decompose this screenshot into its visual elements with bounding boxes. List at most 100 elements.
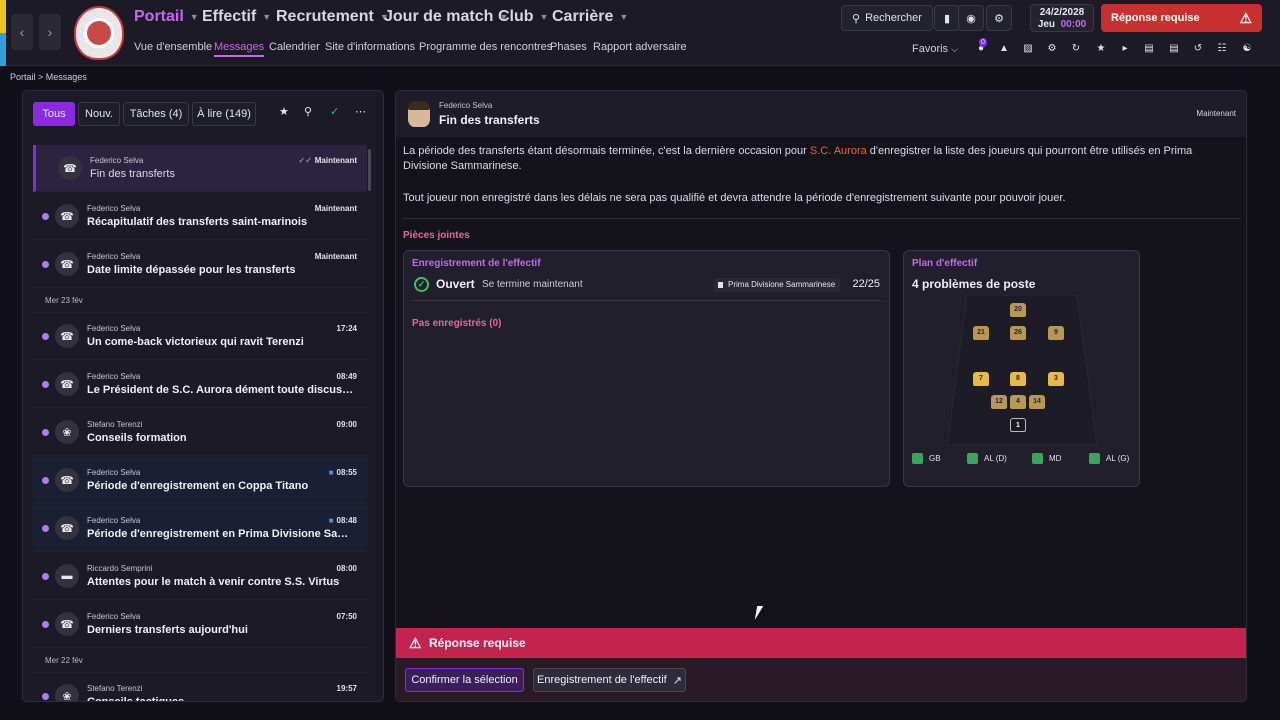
message-time: 07:50 (337, 612, 357, 621)
chevron-right-icon: > (38, 72, 46, 82)
menu-recrutement[interactable]: Recrutement ▼ (276, 8, 389, 26)
report-icon[interactable]: ▤ (1142, 42, 1156, 56)
kit-icon[interactable]: ▨ (1021, 42, 1035, 56)
sender-avatar[interactable] (408, 101, 430, 127)
search-icon[interactable]: ⚲ (304, 105, 312, 118)
tactics-icon[interactable]: ⚙ (1045, 42, 1059, 56)
subnav-phases[interactable]: Phases (550, 41, 587, 53)
message-subject: Attentes pour le match à venir contre S.… (87, 576, 340, 588)
chevron-down-icon: ▼ (189, 12, 199, 22)
sender-avatar-icon: ☎ (55, 324, 79, 348)
refresh-icon[interactable]: ↻ (1069, 42, 1083, 56)
bookmark-icon[interactable]: ▮ (934, 5, 960, 31)
notes-icon[interactable]: ▤ (1167, 42, 1181, 56)
message-title: Fin des transferts (439, 113, 540, 127)
filter-nouveaux[interactable]: Nouv. (78, 102, 120, 126)
message-row[interactable]: ☎ Federico Selva Récapitulatif des transfe… (33, 193, 367, 240)
message-row[interactable]: ▬ Riccardo Semprini Attentes pour le match… (33, 553, 367, 600)
subnav-messages[interactable]: Messages (214, 41, 265, 57)
warning-icon: ⚠ (409, 635, 422, 651)
world-icon[interactable]: ☯ (1240, 42, 1254, 56)
legend-item: AL (G) (1089, 453, 1129, 464)
player-shirt[interactable]: 3 (1048, 372, 1064, 386)
back-arrow-icon[interactable]: ‹ (11, 14, 33, 50)
message-sender: Federico Selva (87, 204, 141, 213)
legend-label: GB (929, 454, 941, 463)
subnav-programme[interactable]: Programme des rencontres (419, 41, 552, 53)
search-icon: ⚲ (852, 12, 861, 25)
player-shirt[interactable]: 12 (991, 395, 1007, 409)
globe-icon[interactable]: ◉ (958, 5, 984, 31)
inbox-panel: Tous Nouv. Tâches (4) À lire (149) ★ ⚲ ✓… (22, 90, 384, 702)
message-sender: Riccardo Semprini (87, 564, 153, 573)
goalkeeper-shirt[interactable]: 1 (1010, 418, 1026, 432)
filter-tous[interactable]: Tous (33, 102, 75, 126)
message-row[interactable]: ☎ Federico Selva Date limite dépassée pour… (33, 241, 367, 288)
sender-avatar-icon: ☎ (55, 252, 79, 276)
player-shirt[interactable]: 9 (1048, 326, 1064, 340)
message-row[interactable]: ❀ Stefano Terenzi Conseils formation 09:00 (33, 409, 367, 456)
player-shirt[interactable]: 21 (973, 326, 989, 340)
filter-taches[interactable]: Tâches (4) (123, 102, 189, 126)
message-row[interactable]: ☎ Federico Selva Derniers transferts aujou… (33, 601, 367, 648)
menu-portail[interactable]: Portail ▼ (134, 8, 199, 26)
menu-effectif[interactable]: Effectif ▼ (202, 8, 271, 26)
response-required-button[interactable]: Réponse requise ⚠ (1101, 4, 1262, 32)
unread-dot (42, 621, 49, 628)
chevron-down-icon: ▼ (539, 12, 549, 22)
player-shirt[interactable]: 26 (1010, 326, 1026, 340)
read-check-icon: ✓✓ (298, 156, 312, 165)
sync-icon[interactable]: ↺ (1191, 42, 1205, 56)
unread-dot (42, 213, 49, 220)
more-options-icon[interactable]: ⋯ (355, 105, 366, 118)
player-shirt[interactable]: 14 (1029, 395, 1045, 409)
sender-name[interactable]: Federico Selva (439, 101, 492, 110)
attachments-heading: Pièces jointes (403, 230, 470, 241)
trophy-icon[interactable]: ★ (1094, 42, 1108, 56)
sender-avatar-icon: ☎ (58, 156, 82, 180)
confirm-selection-button[interactable]: Confirmer la sélection (405, 668, 524, 692)
squad-registration-card[interactable]: Enregistrement de l'effectif ✓ Ouvert Se… (403, 250, 890, 487)
shirt-icon[interactable]: ▲ (997, 42, 1011, 56)
unread-dot (42, 525, 49, 532)
message-subject: Fin des transferts (90, 168, 175, 180)
scrollbar[interactable] (368, 149, 371, 191)
message-time: 08:49 (337, 372, 357, 381)
club-crest-logo[interactable] (74, 6, 124, 60)
menu-jour-de-match[interactable]: Jour de match ▼ (384, 8, 508, 26)
chat-icon[interactable]: ● 0 (974, 38, 988, 56)
club-link[interactable]: S.C. Aurora (810, 145, 867, 157)
league-badge[interactable]: Prima Divisione Sammarinese (714, 278, 841, 292)
message-row[interactable]: ☎ Federico Selva Fin des transferts ✓✓ Maint… (33, 145, 367, 192)
breadcrumb-portail[interactable]: Portail (10, 72, 36, 82)
player-shirt[interactable]: 20 (1010, 303, 1026, 317)
subnav-site-informations[interactable]: Site d'informations (325, 41, 415, 53)
message-row[interactable]: ☎ Federico Selva Un come-back victorieux q… (33, 313, 367, 360)
star-icon[interactable]: ★ (279, 105, 289, 118)
registration-ends: Se termine maintenant (482, 279, 583, 290)
menu-club[interactable]: Club ▼ (498, 8, 548, 26)
gear-icon[interactable]: ⚙ (986, 5, 1012, 31)
player-shirt[interactable]: 8 (1010, 372, 1026, 386)
message-row[interactable]: ☎ Federico Selva Période d'enregistrement … (33, 505, 367, 552)
message-sender: Federico Selva (87, 372, 141, 381)
subnav-rapport-adversaire[interactable]: Rapport adversaire (593, 41, 687, 53)
message-row[interactable]: ☎ Federico Selva Le Président de S.C. Auro… (33, 361, 367, 408)
subnav-vue-ensemble[interactable]: Vue d'ensemble (134, 41, 212, 53)
date-continue-button[interactable]: 24/2/2028 Jeu 00:00 (1030, 4, 1094, 32)
mark-read-icon[interactable]: ✓ (330, 105, 339, 118)
squad-plan-card[interactable]: Plan d'effectif 4 problèmes de poste 20 … (903, 250, 1140, 487)
squad-registration-button[interactable]: Enregistrement de l'effectif ↗ (533, 668, 686, 692)
message-row[interactable]: ❀ Stefano Terenzi Conseils tactiques 19:57 (33, 673, 367, 701)
menu-carriere[interactable]: Carrière ▼ (552, 8, 628, 26)
player-shirt[interactable]: 7 (973, 372, 989, 386)
message-row[interactable]: ☎ Federico Selva Période d'enregistrement … (33, 457, 367, 504)
player-shirt[interactable]: 4 (1010, 395, 1026, 409)
database-icon[interactable]: ☷ (1215, 42, 1229, 56)
filter-a-lire[interactable]: À lire (149) (192, 102, 256, 126)
megaphone-icon[interactable]: ▸ (1118, 42, 1132, 56)
favorites-dropdown[interactable]: Favoris ⌵ (912, 43, 958, 55)
search-button[interactable]: ⚲ Rechercher (841, 5, 933, 31)
forward-arrow-icon[interactable]: › (39, 14, 61, 50)
subnav-calendrier[interactable]: Calendrier (269, 41, 320, 53)
